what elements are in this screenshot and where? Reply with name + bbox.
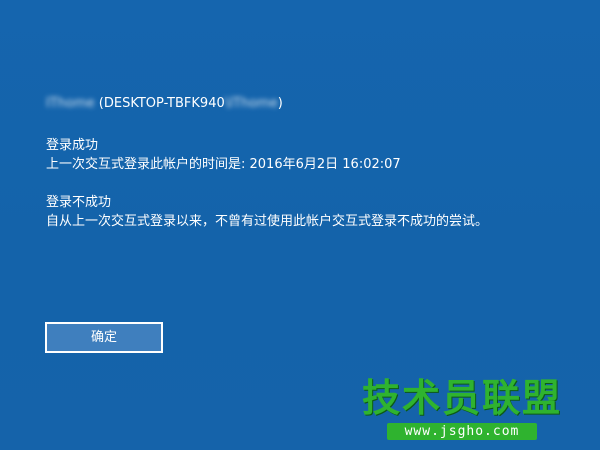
login-failure-section: 登录不成功 自从上一次交互式登录以来，不曾有过使用此帐户交互式登录不成功的尝试。 [46, 193, 488, 231]
blurred-username-suffix: \IThome [224, 96, 278, 111]
site-watermark: 技术员联盟 www.jsgho.com [362, 376, 562, 440]
watermark-url: www.jsgho.com [386, 423, 538, 440]
watermark-logo-text: 技术员联盟 [361, 376, 562, 420]
login-info-screen: IThome (DESKTOP-TBFK940\IThome) 登录成功 上一次… [0, 0, 600, 450]
login-success-title: 登录成功 [46, 138, 99, 153]
failed-attempts-text: 自从上一次交互式登录以来，不曾有过使用此帐户交互式登录不成功的尝试。 [46, 214, 489, 229]
account-line: IThome (DESKTOP-TBFK940\IThome) [46, 95, 283, 113]
last-login-time-text: 上一次交互式登录此帐户的时间是: 2016年6月2日 16:02:07 [46, 157, 401, 172]
machine-name: (DESKTOP-TBFK940 [94, 96, 225, 111]
close-paren: ) [277, 96, 283, 111]
login-success-section: 登录成功 上一次交互式登录此帐户的时间是: 2016年6月2日 16:02:07 [46, 136, 401, 174]
login-failure-title: 登录不成功 [46, 195, 112, 210]
ok-button[interactable]: 确定 [45, 322, 163, 353]
blurred-username: IThome [46, 96, 95, 111]
